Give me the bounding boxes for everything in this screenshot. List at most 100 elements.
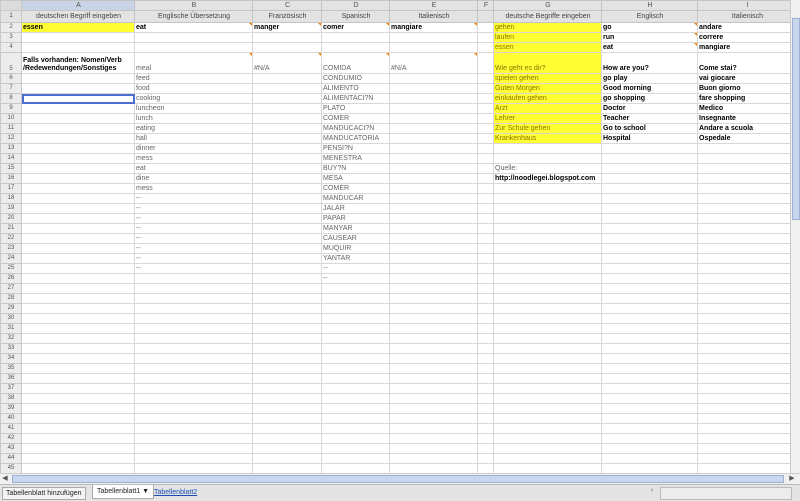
cell-g2[interactable]: gehen bbox=[493, 22, 602, 33]
cell-b21[interactable]: -- bbox=[134, 223, 253, 234]
cell-i33[interactable] bbox=[697, 343, 797, 354]
cell-d19[interactable]: JALAR bbox=[321, 203, 390, 214]
cell-d7[interactable]: ALIMENTO bbox=[321, 83, 390, 94]
cell-g20[interactable] bbox=[493, 213, 602, 224]
cell-b2[interactable]: eat bbox=[134, 22, 253, 33]
cell-a5[interactable]: Falls vorhanden: Nomen/Verb /Redewendung… bbox=[21, 52, 135, 74]
cell-d12[interactable]: MANDUCATORIA bbox=[321, 133, 390, 144]
vertical-scrollbar[interactable] bbox=[790, 0, 800, 473]
cell-h17[interactable] bbox=[601, 183, 698, 194]
cell-f40[interactable] bbox=[477, 413, 494, 424]
cell-g4[interactable]: essen bbox=[493, 42, 602, 53]
row-header-13[interactable]: 13 bbox=[0, 143, 22, 154]
row-header-38[interactable]: 38 bbox=[0, 393, 22, 404]
cell-i9[interactable]: Medico bbox=[697, 103, 797, 114]
cell-i6[interactable]: vai giocare bbox=[697, 73, 797, 84]
cell-c41[interactable] bbox=[252, 423, 322, 434]
cell-f35[interactable] bbox=[477, 363, 494, 374]
cell-b14[interactable]: mess bbox=[134, 153, 253, 164]
cell-b10[interactable]: lunch bbox=[134, 113, 253, 124]
cell-g17[interactable] bbox=[493, 183, 602, 194]
column-header-g[interactable]: G bbox=[493, 0, 602, 11]
cell-h34[interactable] bbox=[601, 353, 698, 364]
cell-e33[interactable] bbox=[389, 343, 478, 354]
cell-f36[interactable] bbox=[477, 373, 494, 384]
cell-g5[interactable]: Wie geht es dir? bbox=[493, 52, 602, 74]
cell-a35[interactable] bbox=[21, 363, 135, 374]
cell-h12[interactable]: Hospital bbox=[601, 133, 698, 144]
cell-a17[interactable] bbox=[21, 183, 135, 194]
cell-h45[interactable] bbox=[601, 463, 698, 473]
cell-i26[interactable] bbox=[697, 273, 797, 284]
cell-f21[interactable] bbox=[477, 223, 494, 234]
cell-a13[interactable] bbox=[21, 143, 135, 154]
cell-e6[interactable] bbox=[389, 73, 478, 84]
cell-e38[interactable] bbox=[389, 393, 478, 404]
select-all-corner[interactable] bbox=[0, 0, 22, 11]
cell-f38[interactable] bbox=[477, 393, 494, 404]
cell-c24[interactable] bbox=[252, 253, 322, 264]
cell-b36[interactable] bbox=[134, 373, 253, 384]
cell-b7[interactable]: food bbox=[134, 83, 253, 94]
cell-h33[interactable] bbox=[601, 343, 698, 354]
cell-a12[interactable] bbox=[21, 133, 135, 144]
cell-h8[interactable]: go shopping bbox=[601, 93, 698, 104]
cell-d23[interactable]: MUQUIR bbox=[321, 243, 390, 254]
cell-c17[interactable] bbox=[252, 183, 322, 194]
cell-d30[interactable] bbox=[321, 313, 390, 324]
cell-g42[interactable] bbox=[493, 433, 602, 444]
cell-i19[interactable] bbox=[697, 203, 797, 214]
cell-i38[interactable] bbox=[697, 393, 797, 404]
row-header-23[interactable]: 23 bbox=[0, 243, 22, 254]
row-header-21[interactable]: 21 bbox=[0, 223, 22, 234]
cell-e4[interactable] bbox=[389, 42, 478, 53]
cell-f10[interactable] bbox=[477, 113, 494, 124]
cell-g25[interactable] bbox=[493, 263, 602, 274]
cell-a8[interactable] bbox=[21, 93, 135, 104]
cell-b42[interactable] bbox=[134, 433, 253, 444]
cell-h38[interactable] bbox=[601, 393, 698, 404]
cell-i39[interactable] bbox=[697, 403, 797, 414]
cell-b44[interactable] bbox=[134, 453, 253, 464]
cell-d6[interactable]: CONDUMIO bbox=[321, 73, 390, 84]
cell-i7[interactable]: Buon giorno bbox=[697, 83, 797, 94]
scroll-left-icon[interactable]: ◀ bbox=[0, 474, 10, 484]
cell-e17[interactable] bbox=[389, 183, 478, 194]
add-sheet-button[interactable]: Tabellenblatt hinzufügen bbox=[2, 487, 86, 500]
cell-c30[interactable] bbox=[252, 313, 322, 324]
cell-c7[interactable] bbox=[252, 83, 322, 94]
cell-d32[interactable] bbox=[321, 333, 390, 344]
cell-e5[interactable]: #N/A bbox=[389, 52, 478, 74]
cell-g6[interactable]: spielen gehen bbox=[493, 73, 602, 84]
cell-a39[interactable] bbox=[21, 403, 135, 414]
cell-g29[interactable] bbox=[493, 303, 602, 314]
cell-b8[interactable]: cooking bbox=[134, 93, 253, 104]
column-label-a[interactable]: deutschen Begriff eingeben bbox=[21, 10, 135, 23]
cell-c6[interactable] bbox=[252, 73, 322, 84]
row-header-39[interactable]: 39 bbox=[0, 403, 22, 414]
cell-f17[interactable] bbox=[477, 183, 494, 194]
cell-b5[interactable]: meal bbox=[134, 52, 253, 74]
cell-e34[interactable] bbox=[389, 353, 478, 364]
cell-h28[interactable] bbox=[601, 293, 698, 304]
cell-a4[interactable] bbox=[21, 42, 135, 53]
cell-b29[interactable] bbox=[134, 303, 253, 314]
cell-i16[interactable] bbox=[697, 173, 797, 184]
cell-b17[interactable]: mess bbox=[134, 183, 253, 194]
column-label-d[interactable]: Spanisch bbox=[321, 10, 390, 23]
cell-b16[interactable]: dine bbox=[134, 173, 253, 184]
cell-d26[interactable]: -- bbox=[321, 273, 390, 284]
cell-f29[interactable] bbox=[477, 303, 494, 314]
cell-c23[interactable] bbox=[252, 243, 322, 254]
row-header-9[interactable]: 9 bbox=[0, 103, 22, 114]
cell-i23[interactable] bbox=[697, 243, 797, 254]
cell-g9[interactable]: Arzt bbox=[493, 103, 602, 114]
cell-i5[interactable]: Come stai? bbox=[697, 52, 797, 74]
row-header-6[interactable]: 6 bbox=[0, 73, 22, 84]
cell-d40[interactable] bbox=[321, 413, 390, 424]
horizontal-scrollbar[interactable]: ◀ ▶ bbox=[0, 473, 800, 484]
cell-f22[interactable] bbox=[477, 233, 494, 244]
cell-g38[interactable] bbox=[493, 393, 602, 404]
cell-g28[interactable] bbox=[493, 293, 602, 304]
cell-f18[interactable] bbox=[477, 193, 494, 204]
